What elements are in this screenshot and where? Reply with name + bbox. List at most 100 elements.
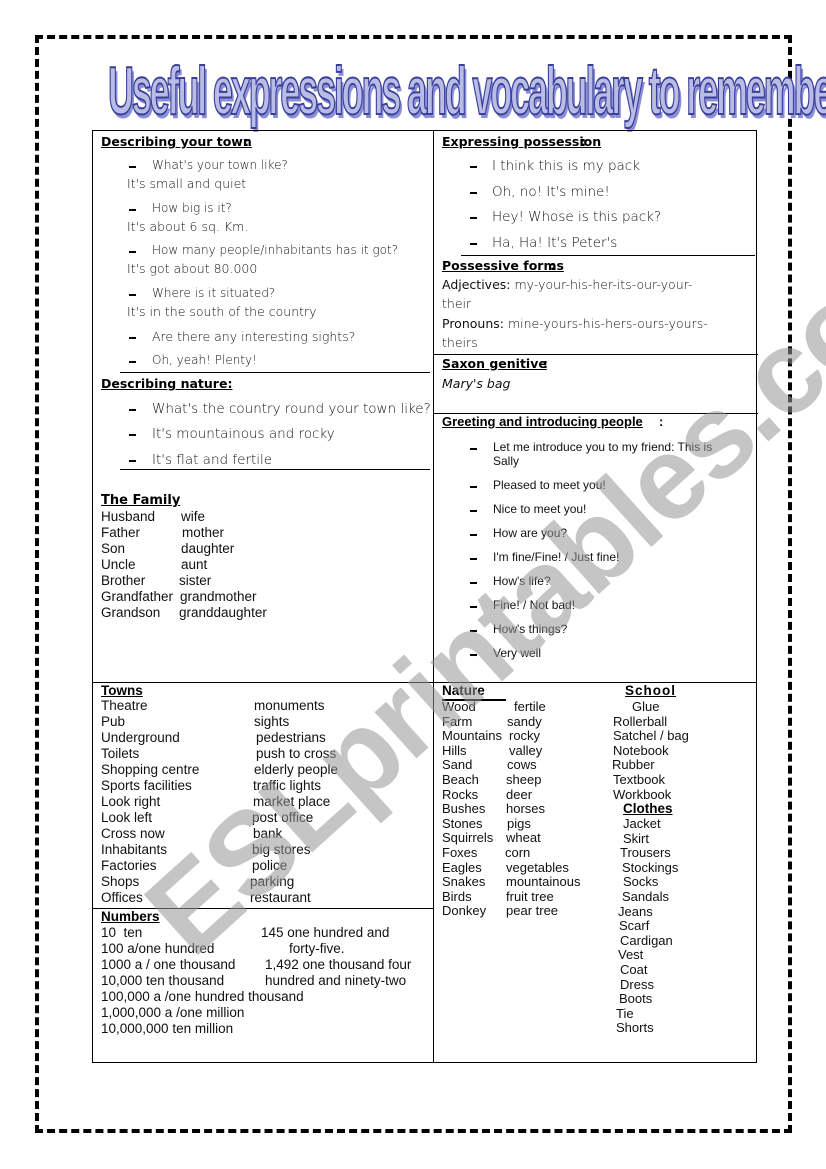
possession-phrase: Oh, no! It's mine! [492,184,610,200]
town-vocab-right: restaurant [250,890,311,905]
town-question: Oh, yeah! Plenty! [152,353,257,367]
number-word: 100,000 a /one hundred thousand [101,989,304,1004]
clothes-item: Skirt [623,830,649,846]
clothes-item: Coat [620,962,648,977]
saxon-genitive-example: Mary's bag [442,376,511,391]
clothes-item: Scarf [619,918,650,934]
nature-vocab-left: Squirrels [442,830,494,846]
town-question: Are there any interesting sights? [152,329,356,344]
family-female-term: wife [181,509,206,524]
town-vocab-right: post office [252,810,314,825]
town-vocab-left: Factories [101,858,157,873]
town-vocab-right: bank [253,826,283,841]
greeting-heading: Greeting and introducing people [442,414,643,429]
dash-bullet-icon [470,166,477,168]
town-answer: It's small and quiet [127,176,247,191]
nature-vocab-left: Eagles [442,859,482,875]
nature-vocab-right: rocky [509,728,541,744]
possession-phrase: I think this is my pack [492,158,641,174]
cell-top-right: Expressing possession: I think this is m… [434,131,758,682]
nature-vocab-left: Stones [442,815,483,831]
dash-bullet-icon [470,486,477,488]
family-female-term: granddaughter [179,605,267,620]
school-item: Rubber [612,757,655,773]
nature-heading: Nature [442,683,485,698]
greeting-phrase: How are you? [493,526,568,540]
nature-vocab-right: corn [505,845,531,860]
dash-bullet-icon [129,251,136,253]
possession-heading: Expressing possession [442,134,602,149]
dash-bullet-icon [129,361,136,363]
town-answer: It's got about 80.000 [127,261,258,276]
nature-vocab-right: vegetables [506,859,569,875]
dash-bullet-icon [129,209,136,211]
dash-bullet-icon [470,217,477,219]
nature-vocab-right: pear tree [506,903,559,919]
greeting-phrase: Nice to meet you! [493,502,587,516]
clothes-item: Jacket [623,816,661,831]
nature-vocab-right: wheat [506,830,541,846]
nature-vocab-left: Donkey [442,903,487,919]
family-female-term: daughter [181,541,235,556]
greeting-phrase: How's life? [493,574,551,588]
section-rule [120,469,430,470]
dash-bullet-icon [470,192,477,194]
describing-town-heading: Describing your town [101,134,252,149]
family-male-term: Grandson [101,605,161,620]
family-male-term: Uncle [101,557,136,572]
town-question: How many people/inhabitants has it got? [152,243,399,257]
town-vocab-left: Shopping centre [101,762,200,777]
vocabulary-table: Describing your town: What's your town l… [92,130,758,1063]
clothes-item: Sandals [622,889,669,904]
nature-vocab-left: Sand [442,757,473,773]
town-vocab-right: elderly people [254,762,339,777]
number-word: 1000 a / one thousand [101,957,236,972]
nature-vocab-right: sandy [507,713,542,729]
town-vocab-left: Pub [101,714,126,729]
dash-bullet-icon [470,582,477,584]
family-male-term: Brother [101,573,146,588]
greeting-phrase: Fine! / Not bad! [493,598,576,612]
clothes-item: Socks [623,874,659,890]
number-example: hundred and ninety-two [265,973,407,988]
dash-bullet-icon [129,460,136,462]
describing-nature-heading: Describing nature: [101,376,233,391]
town-answer: It's about 6 sq. Km. [127,219,249,234]
town-vocab-left: Theatre [101,698,148,713]
nature-vocab-left: Rocks [442,786,479,802]
family-male-term: Husband [101,509,156,524]
clothes-item: Stockings [622,859,679,875]
clothes-item: Dress [620,976,654,992]
town-vocab-left: Shops [101,874,140,889]
nature-vocab-right: mountainous [506,874,581,890]
number-word: 10,000 ten thousand [101,973,225,988]
greeting-phrase: Let me introduce you to my friend: This … [493,440,713,454]
dash-bullet-icon [470,510,477,512]
family-female-term: mother [182,525,225,540]
number-example: forty-five. [289,941,345,956]
greeting-phrase-continued: Sally [493,454,520,468]
town-answer: It's in the south of the country [127,304,317,319]
clothes-item: Cardigan [620,932,673,948]
school-item: Workbook [613,786,672,802]
school-item: Textbook [613,772,666,787]
possession-phrase: Ha, Ha! It's Peter's [492,235,618,251]
adjectives-line: Adjectives: my-your-his-her-its-our-your… [442,277,693,292]
town-vocab-left: Offices [101,890,143,905]
dash-bullet-icon [470,630,477,632]
clothes-item: Tie [616,1005,634,1021]
clothes-item: Vest [618,947,644,963]
town-question: What's your town like? [152,158,288,172]
nature-vocab-left: Foxes [442,845,478,860]
town-vocab-right: market place [253,794,331,809]
dash-bullet-icon [129,409,136,411]
page-title: Useful expressions and vocabulary to rem… [95,52,826,130]
town-vocab-left: Toilets [101,746,140,761]
pronouns-line-2: theirs [442,335,478,350]
town-vocab-right: push to cross [256,746,337,761]
town-vocab-left: Look left [101,810,153,825]
town-vocab-left: Inhabitants [101,842,168,857]
family-female-term: sister [179,573,212,588]
town-vocab-left: Sports facilities [101,778,192,793]
family-female-term: aunt [181,557,208,572]
